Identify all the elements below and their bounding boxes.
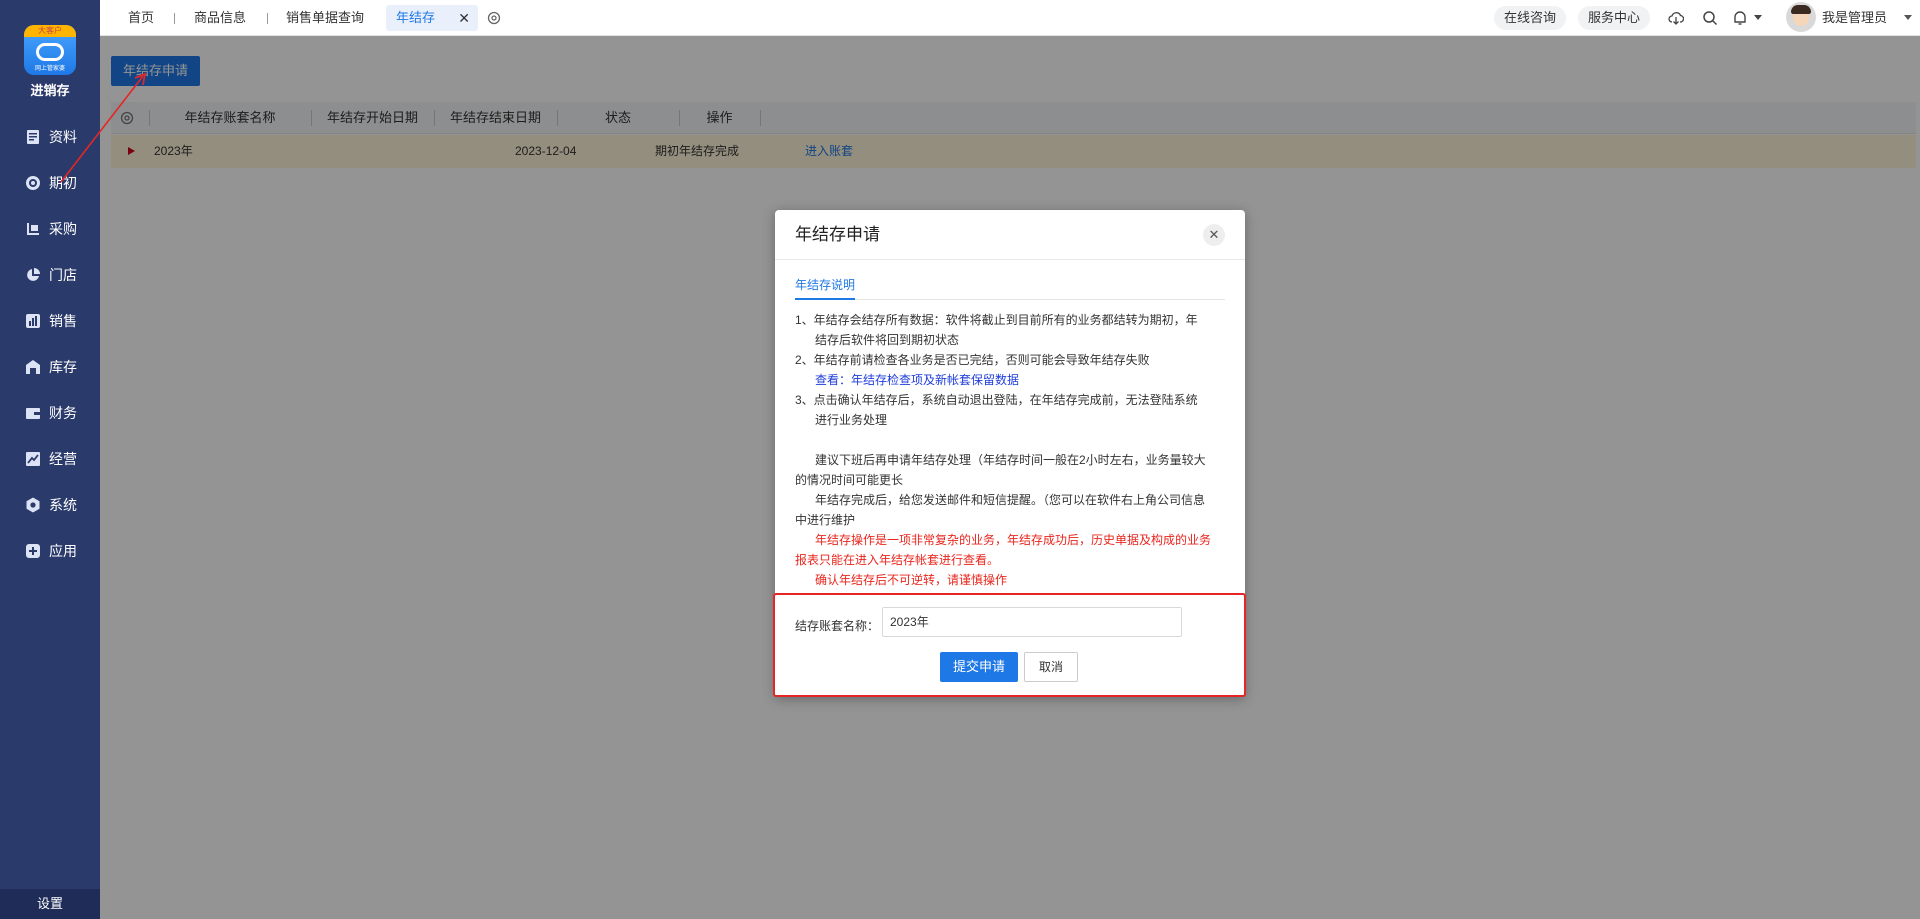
tab-divider	[267, 13, 268, 24]
service-center-button[interactable]: 服务中心	[1578, 6, 1651, 30]
sidebar-item-label: 系统	[49, 497, 77, 513]
annotation-arrow	[60, 72, 147, 183]
settings-button[interactable]: 设置	[0, 889, 100, 919]
close-icon[interactable]: ✕	[1203, 224, 1225, 246]
sidebar-item-inventory[interactable]: 库存	[0, 349, 100, 385]
cloud-icon	[36, 43, 64, 61]
plus-icon	[25, 543, 41, 559]
logo-icon: 大客户 网上管家婆	[24, 25, 76, 75]
sidebar-item-label: 经营	[49, 451, 77, 467]
document-icon	[25, 129, 41, 145]
sidebar-item-label: 财务	[49, 405, 77, 421]
sidebar-item-store[interactable]: 门店	[0, 257, 100, 293]
note-line: 建议下班后再申请年结存处理（年结存时间一般在2小时左右，业务量较大	[815, 453, 1206, 467]
user-name[interactable]: 我是管理员	[1822, 0, 1887, 36]
dialog-title: 年结存申请	[795, 225, 880, 244]
tab-products[interactable]: 商品信息	[194, 0, 246, 36]
search-icon[interactable]	[1702, 10, 1718, 26]
sidebar-item-operations[interactable]: 经营	[0, 441, 100, 477]
note-line: 中进行维护	[795, 513, 856, 527]
cloud-download-icon[interactable]	[1668, 10, 1684, 26]
sidebar-item-label: 应用	[49, 543, 77, 559]
tab-year-end-notes[interactable]: 年结存说明	[795, 276, 855, 293]
sidebar-item-system[interactable]: 系统	[0, 487, 100, 523]
tab-sales-query[interactable]: 销售单据查询	[286, 0, 364, 36]
note-line: 2、年结存前请检查各业务是否已完结，否则可能会导致年结存失败	[795, 353, 1150, 367]
bar-chart-icon	[25, 313, 41, 329]
gear-icon	[25, 497, 41, 513]
chevron-down-icon[interactable]	[1904, 15, 1912, 20]
logo-badge: 大客户	[24, 25, 76, 37]
check-items-link[interactable]: 查看：年结存检查项及新帐套保留数据	[795, 370, 1225, 390]
tab-home[interactable]: 首页	[128, 0, 154, 36]
avatar-hair	[1791, 5, 1811, 14]
dialog-header: 年结存申请 ✕	[775, 210, 1245, 260]
note-line: 3、点击确认年结存后，系统自动退出登陆，在年结存完成前，无法登陆系统	[795, 393, 1198, 407]
chevron-down-icon[interactable]	[1754, 15, 1762, 20]
note-line: 的情况时间可能更长	[795, 473, 904, 487]
sidebar-item-label: 销售	[49, 313, 77, 329]
sidebar-item-label: 门店	[49, 267, 77, 283]
topbar: 首页 商品信息 销售单据查询 年结存 ✕ 在线咨询 服务中心 我是管理员	[100, 0, 1920, 36]
tab-year-end[interactable]: 年结存 ✕	[386, 5, 478, 31]
cancel-button[interactable]: 取消	[1024, 652, 1078, 682]
sidebar-item-label: 采购	[49, 221, 77, 237]
close-icon[interactable]: ✕	[458, 5, 470, 31]
pie-icon	[25, 267, 41, 283]
sidebar-item-finance[interactable]: 财务	[0, 395, 100, 431]
tab-divider	[174, 13, 175, 24]
submit-button[interactable]: 提交申请	[940, 652, 1018, 682]
account-name-input[interactable]: 2023年	[882, 607, 1182, 637]
warning-line: 年结存操作是一项非常复杂的业务，年结存成功后，历史单据及构成的业务	[815, 533, 1212, 547]
note-line: 年结存完成后，给您发送邮件和短信提醒。（您可以在软件右上角公司信息	[815, 493, 1206, 507]
tab-divider	[795, 299, 1225, 300]
note-line: 进行业务处理	[815, 413, 888, 427]
online-consult-button[interactable]: 在线咨询	[1494, 6, 1567, 30]
year-end-dialog: 年结存申请 ✕ 年结存说明 1、年结存会结存所有数据：软件将截止到目前所有的业务…	[773, 210, 1246, 697]
bell-icon[interactable]	[1732, 10, 1748, 26]
cart-icon	[25, 221, 41, 237]
sidebar-item-sales[interactable]: 销售	[0, 303, 100, 339]
tab-label: 年结存	[396, 10, 436, 25]
highlighted-form: 结存账套名称： 2023年 提交申请 取消	[773, 593, 1246, 697]
sidebar-item-label: 库存	[49, 359, 77, 375]
note-line: 1、年结存会结存所有数据：软件将截止到目前所有的业务都结转为期初，年	[795, 313, 1198, 327]
trend-icon	[25, 451, 41, 467]
dialog-notes: 1、年结存会结存所有数据：软件将截止到目前所有的业务都结转为期初，年 结存后软件…	[795, 310, 1225, 590]
sidebar-item-purchase[interactable]: 采购	[0, 211, 100, 247]
warning-line: 报表只能在进入年结存帐套进行查看。	[795, 553, 1000, 567]
warehouse-icon	[25, 359, 41, 375]
warning-line: 确认年结存后不可逆转，请谨慎操作	[815, 573, 1008, 587]
avatar[interactable]	[1786, 2, 1816, 32]
note-line: 结存后软件将回到期初状态	[815, 333, 960, 347]
account-name-label: 结存账套名称：	[795, 619, 880, 633]
gear-icon[interactable]	[486, 10, 502, 26]
wallet-icon	[25, 405, 41, 421]
sidebar-item-apps[interactable]: 应用	[0, 533, 100, 569]
tab-active-indicator	[795, 298, 855, 300]
target-icon	[25, 175, 41, 191]
